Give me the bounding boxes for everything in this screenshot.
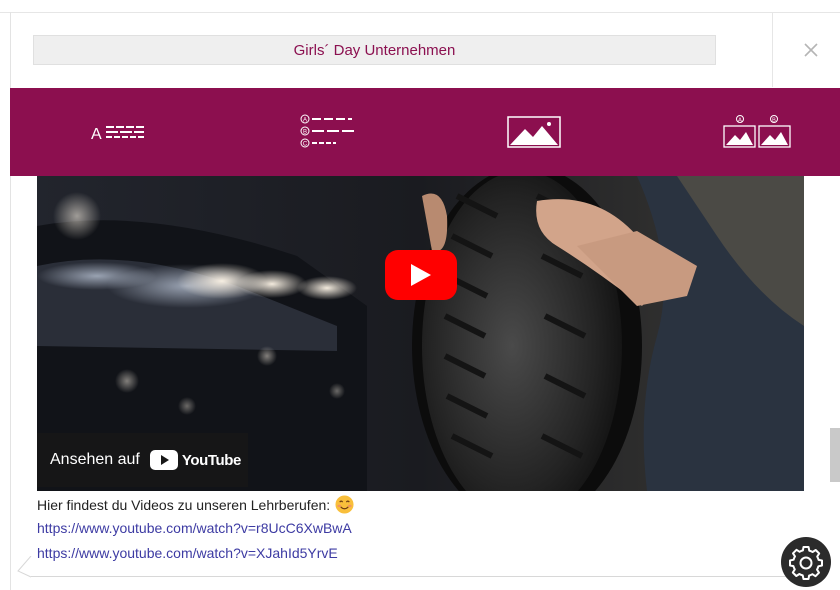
text-lines-icon: A [91, 126, 144, 143]
quiz-mode-button[interactable]: A B C [278, 88, 378, 176]
video-link-1[interactable]: https://www.youtube.com/watch?v=r8UcC6Xw… [37, 520, 352, 536]
watch-on-youtube-button[interactable]: Ansehen auf YouTube [37, 433, 248, 487]
svg-text:A: A [738, 117, 742, 123]
gear-icon [789, 546, 823, 580]
svg-text:A: A [303, 118, 307, 124]
youtube-logo-icon [149, 450, 178, 470]
svg-text:B: B [303, 130, 307, 136]
svg-text:C: C [303, 142, 308, 148]
image-compare-mode-button[interactable]: A B [702, 88, 812, 176]
bubble-tail [17, 556, 32, 578]
video-link-2[interactable]: https://www.youtube.com/watch?v=XJahId5Y… [37, 545, 338, 561]
text-mode-button[interactable]: A [68, 88, 168, 176]
dialog-title-bar: Girls´ Day Unternehmen [33, 35, 716, 65]
settings-button[interactable] [781, 537, 831, 587]
multiple-choice-icon: A B C [300, 114, 356, 148]
image-mode-button[interactable] [484, 88, 584, 176]
play-icon [411, 264, 431, 286]
dialog-title: Girls´ Day Unternehmen [293, 41, 456, 59]
message-body: Hier findest du Videos zu unseren Lehrbe… [37, 496, 331, 513]
header-divider [772, 12, 773, 87]
video-player[interactable]: Ansehen auf YouTube [37, 176, 804, 491]
message-text: Hier findest du Videos zu unseren Lehrbe… [37, 495, 354, 514]
watch-on-label: Ansehen auf [50, 451, 140, 468]
close-button[interactable] [796, 36, 826, 64]
frame-top-border [0, 12, 840, 13]
image-choice-icon: A B [723, 115, 791, 148]
scrollbar-thumb[interactable] [830, 428, 840, 482]
close-icon [804, 43, 818, 57]
play-button[interactable] [385, 250, 457, 300]
youtube-wordmark: YouTube [181, 451, 242, 469]
mode-toolbar: A A B C A B [10, 88, 840, 176]
svg-text:B: B [772, 117, 776, 123]
text-mode-glyph: A [91, 126, 102, 143]
smiling-face-emoji-icon [335, 495, 354, 514]
image-icon [507, 116, 561, 148]
